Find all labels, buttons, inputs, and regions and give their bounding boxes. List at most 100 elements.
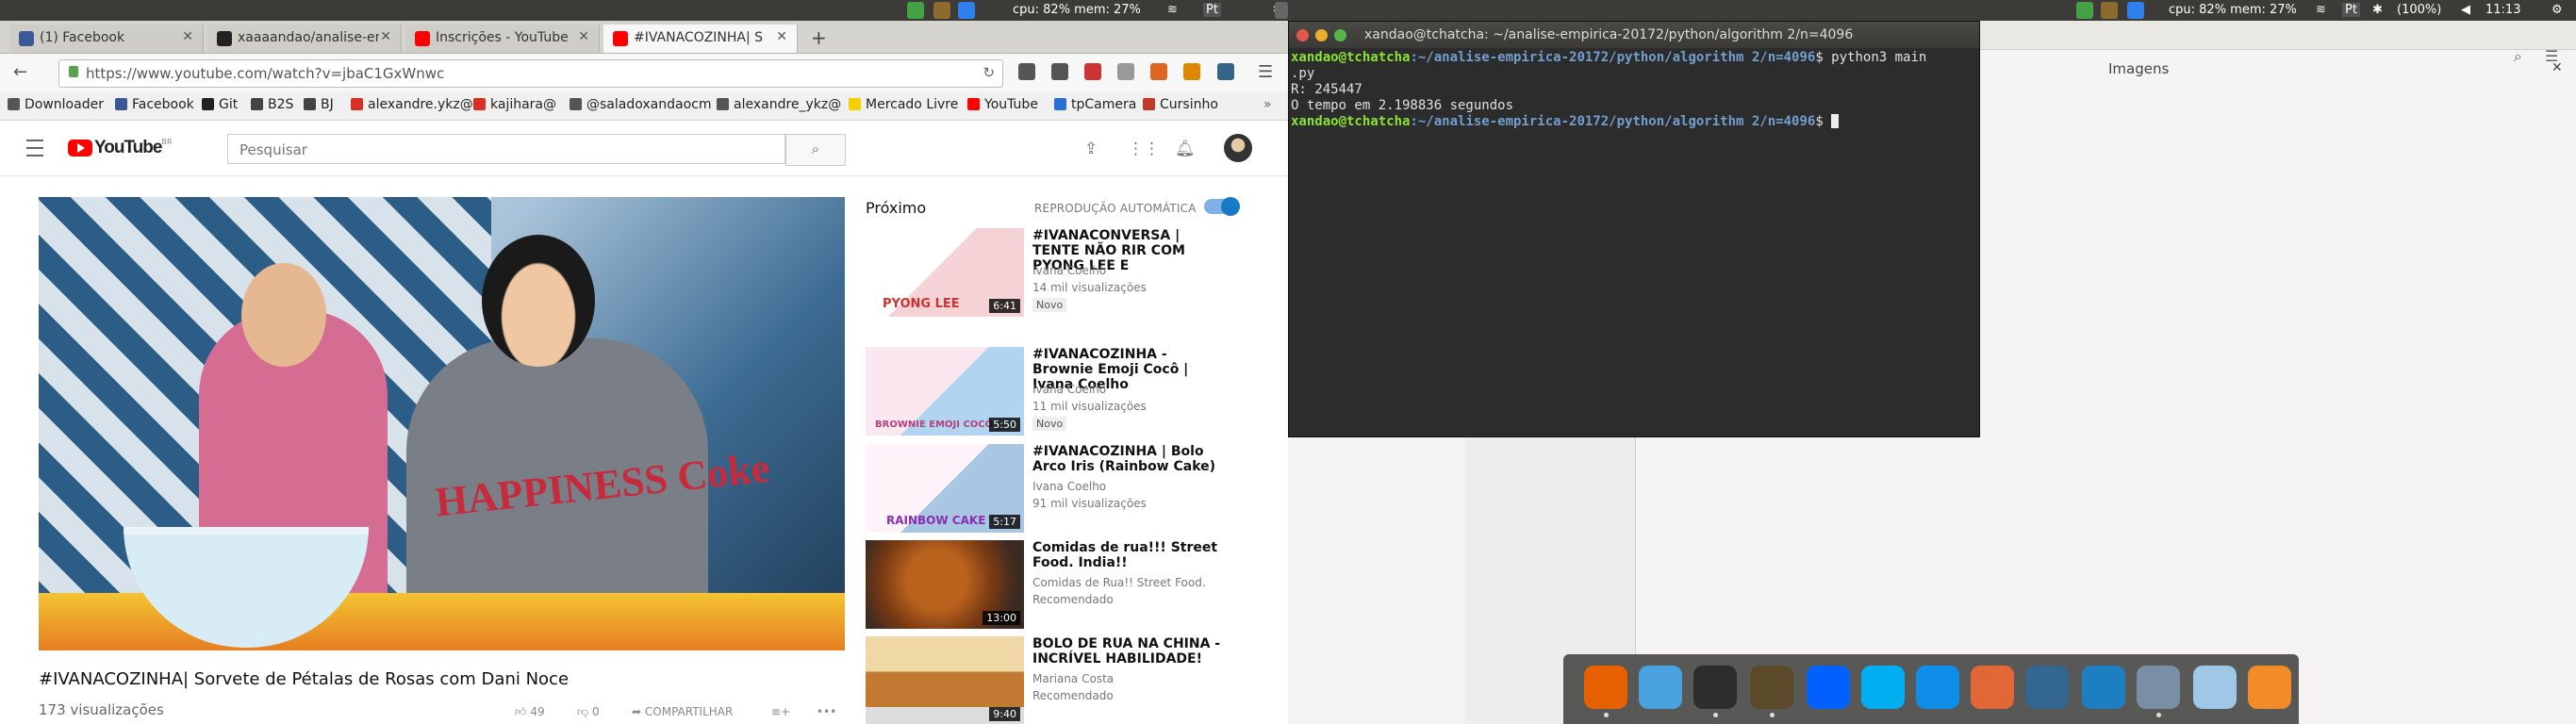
scanner-icon[interactable]: [2137, 666, 2180, 709]
clock[interactable]: 11:13: [2485, 3, 2520, 17]
keyboard-layout-icon[interactable]: Pt: [2342, 3, 2360, 17]
close-icon[interactable]: ✕: [776, 29, 787, 44]
keyboard-layout-icon[interactable]: Pt: [1203, 3, 1221, 17]
bookmark-item[interactable]: Cursinho: [1143, 97, 1218, 112]
terminal-titlebar[interactable]: xandao@tchatcha: ~/analise-empirica-2017…: [1289, 22, 1979, 48]
wifi-icon[interactable]: ≋: [1167, 3, 1178, 17]
minimize-window-button[interactable]: [1315, 29, 1328, 41]
close-window-button[interactable]: [1296, 29, 1309, 41]
recommendation-title[interactable]: BOLO DE RUA NA CHINA - INCRÍVEL HABILIDA…: [1032, 636, 1221, 666]
teamviewer-icon[interactable]: [2127, 2, 2144, 19]
home-icon[interactable]: [1051, 63, 1069, 80]
wifi-icon[interactable]: ≋: [2316, 3, 2326, 17]
addon-icon[interactable]: [1216, 63, 1234, 80]
skype-icon[interactable]: [1861, 666, 1905, 709]
addon-icon[interactable]: [1183, 63, 1201, 80]
avatar[interactable]: [1224, 134, 1252, 162]
video-thumbnail[interactable]: BROWNIE EMOJI COCÔ 5:50: [866, 347, 1024, 436]
recommendation-item[interactable]: PYONG LEE 6:41 #IVANACONVERSA | TENTE NÃ…: [866, 228, 1262, 319]
close-icon[interactable]: ✕: [578, 29, 589, 44]
channel-name[interactable]: Comidas de Rua!! Street Food.: [1032, 576, 1206, 589]
bookmark-item[interactable]: kajihara@: [473, 97, 556, 112]
terminal-icon[interactable]: [1693, 666, 1737, 709]
postgres-icon[interactable]: [2025, 666, 2069, 709]
channel-name[interactable]: Mariana Costa: [1032, 672, 1114, 685]
search-icon[interactable]: ⌕: [2514, 47, 2522, 66]
search-input[interactable]: [238, 140, 769, 159]
mysql-workbench-icon[interactable]: [2082, 666, 2125, 709]
bookmark-item[interactable]: tpCamera: [1054, 97, 1136, 112]
bookmark-item[interactable]: alexandre_ykz@: [717, 97, 841, 112]
video-thumbnail[interactable]: 9:40: [866, 636, 1024, 724]
battery-icon[interactable]: [1275, 2, 1288, 19]
tab-github[interactable]: xaaaandao/analise-em ✕: [207, 25, 402, 53]
share-button[interactable]: ➦ COMPARTILHAR: [632, 705, 733, 718]
youtube-logo[interactable]: YouTubeBR: [68, 138, 173, 158]
cpu-mem-indicator[interactable]: cpu: 82% mem: 27%: [1013, 3, 1141, 17]
battery-indicator[interactable]: (100%): [2397, 3, 2441, 17]
like-button[interactable]: 👍︎ 49: [515, 705, 545, 719]
channel-name[interactable]: Ivana Coelho: [1032, 480, 1106, 493]
video-thumbnail[interactable]: 13:00: [866, 540, 1024, 629]
tab-images[interactable]: Imagens: [2108, 60, 2169, 77]
addon-icon[interactable]: [1150, 63, 1168, 80]
bookmark-item[interactable]: BJ: [304, 97, 334, 112]
pocket-icon[interactable]: [1117, 63, 1135, 80]
teamviewer-icon[interactable]: [1916, 666, 1959, 709]
bookmarks-overflow-icon[interactable]: »: [1263, 97, 1272, 112]
close-icon[interactable]: ✕: [182, 29, 193, 44]
upload-icon[interactable]: ⇪: [1084, 140, 1098, 158]
volume-icon[interactable]: ◀︎: [2461, 3, 2470, 17]
video-thumbnail[interactable]: PYONG LEE 6:41: [866, 228, 1024, 317]
terminal-window[interactable]: xandao@tchatcha: ~/analise-empirica-2017…: [1288, 21, 1980, 437]
tab-ivanacozinha[interactable]: #IVANACOZINHA| S ✕: [603, 25, 798, 53]
search-button[interactable]: ⌕: [785, 134, 846, 166]
menu-icon[interactable]: ☰: [1258, 62, 1273, 82]
settings-gear-icon[interactable]: ⚙: [2551, 3, 2563, 17]
bookmark-item[interactable]: B2S: [251, 97, 293, 112]
network-icon[interactable]: [2248, 666, 2291, 709]
bookmark-item[interactable]: @saladoxandaocm: [570, 97, 711, 112]
back-button[interactable]: ←: [13, 62, 27, 82]
download-icon[interactable]: [1018, 63, 1035, 80]
dislike-button[interactable]: 👎︎ 0: [577, 705, 600, 719]
recommendation-item[interactable]: BROWNIE EMOJI COCÔ 5:50 #IVANACOZINHA - …: [866, 347, 1262, 437]
teamviewer-icon[interactable]: [958, 2, 975, 19]
dropbox-icon[interactable]: [2101, 2, 2118, 19]
bookmark-item[interactable]: Downloader: [8, 97, 104, 112]
close-icon[interactable]: ✕: [380, 29, 391, 44]
dropbox-icon[interactable]: [933, 2, 950, 19]
reload-icon[interactable]: ↻: [983, 64, 995, 81]
recommendation-item[interactable]: 9:40 BOLO DE RUA NA CHINA - INCRÍVEL HAB…: [866, 636, 1262, 724]
bell-icon[interactable]: 🔔︎: [1175, 140, 1196, 158]
extension-icon[interactable]: [1084, 63, 1102, 80]
channel-name[interactable]: Ivana Coelho: [1032, 383, 1106, 396]
cpu-mem-indicator[interactable]: cpu: 82% mem: 27%: [2169, 3, 2297, 17]
bookmark-item[interactable]: Mercado Livre: [849, 97, 958, 112]
recommendation-title[interactable]: #IVANACOZINHA | Bolo Arco Iris (Rainbow …: [1032, 444, 1221, 474]
recommendation-item[interactable]: RAINBOW CAKE 5:17 #IVANACOZINHA | Bolo A…: [866, 444, 1262, 535]
matlab-icon[interactable]: [1971, 666, 2014, 709]
virtualbox-icon[interactable]: [2193, 666, 2237, 709]
bookmark-item[interactable]: alexandre.ykz@: [351, 97, 473, 112]
tab-facebook[interactable]: (1) Facebook ✕: [9, 25, 204, 53]
close-icon[interactable]: ✕: [2551, 60, 2563, 75]
bookmark-item[interactable]: Facebook: [115, 97, 194, 112]
more-options-icon[interactable]: •••: [817, 705, 836, 718]
video-player[interactable]: HAPPINESS Coke: [39, 197, 845, 650]
bookmark-item[interactable]: YouTube: [967, 97, 1038, 112]
bluetooth-icon[interactable]: ✱: [2372, 3, 2383, 17]
shield-icon[interactable]: [907, 2, 924, 19]
firefox-icon[interactable]: [1584, 666, 1627, 709]
autoplay-toggle[interactable]: [1204, 197, 1240, 216]
dropbox-icon[interactable]: [1807, 666, 1850, 709]
terminal-output[interactable]: xandao@tchatcha:~/analise-empirica-20172…: [1291, 50, 1977, 433]
url-bar[interactable]: https://www.youtube.com/watch?v=jbaC1GxW…: [58, 59, 1003, 88]
guide-menu-icon[interactable]: [26, 140, 43, 156]
tab-youtube-subscriptions[interactable]: Inscrições - YouTube ✕: [405, 25, 600, 53]
channel-name[interactable]: Ivana Coelho: [1032, 264, 1106, 277]
bookmark-item[interactable]: Git: [202, 97, 238, 112]
video-thumbnail[interactable]: RAINBOW CAKE 5:17: [866, 444, 1024, 533]
add-to-playlist-icon[interactable]: ≡+: [771, 705, 790, 718]
apps-grid-icon[interactable]: ⋮⋮: [1128, 140, 1160, 158]
